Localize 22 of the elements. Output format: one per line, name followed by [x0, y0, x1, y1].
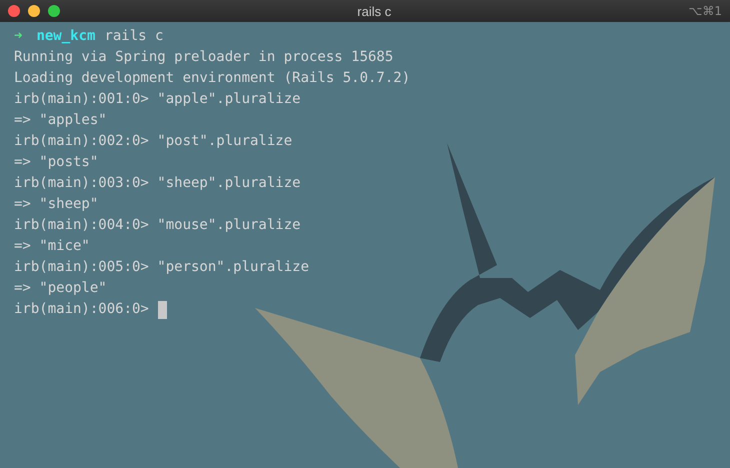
terminal-line: => "mice": [14, 237, 90, 256]
terminal-line: irb(main):002:0> "post".pluralize: [14, 132, 292, 151]
text-cursor: [158, 300, 167, 318]
prompt-arrow: ➜: [14, 27, 22, 46]
irb-prompt: irb(main):006:0>: [14, 300, 149, 319]
minimize-button[interactable]: [28, 5, 40, 17]
terminal-line: => "sheep": [14, 195, 98, 214]
terminal-line: Loading development environment (Rails 5.0.7.2): [14, 69, 410, 88]
command-text: rails c: [104, 27, 164, 46]
terminal-line: Running via Spring preloader in process 15685: [14, 48, 394, 67]
terminal-line: irb(main):005:0> "person".pluralize: [14, 258, 310, 277]
directory-name: new_kcm: [36, 27, 96, 46]
maximize-button[interactable]: [48, 5, 60, 17]
terminal-line: irb(main):001:0> "apple".pluralize: [14, 90, 301, 109]
terminal-line: => "posts": [14, 153, 98, 172]
terminal-line: irb(main):004:0> "mouse".pluralize: [14, 216, 301, 235]
terminal-line: irb(main):003:0> "sheep".pluralize: [14, 174, 301, 193]
window-title: rails c: [356, 4, 392, 18]
terminal-line: => "people": [14, 279, 107, 298]
close-button[interactable]: [8, 5, 20, 17]
shortcut-label: ⌥⌘1: [688, 4, 722, 18]
terminal-line: => "apples": [14, 111, 107, 130]
